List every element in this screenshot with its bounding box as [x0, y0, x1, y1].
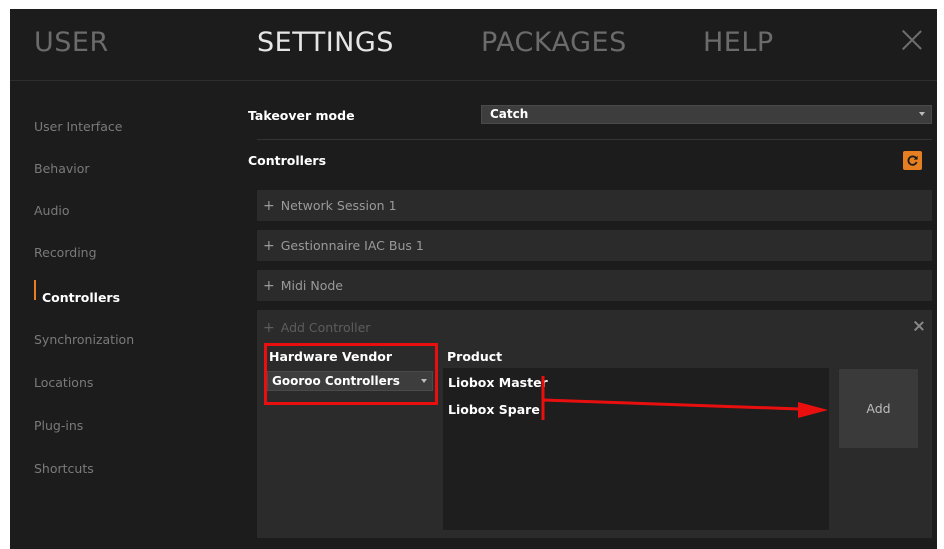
- annotation-arrow: [541, 376, 828, 420]
